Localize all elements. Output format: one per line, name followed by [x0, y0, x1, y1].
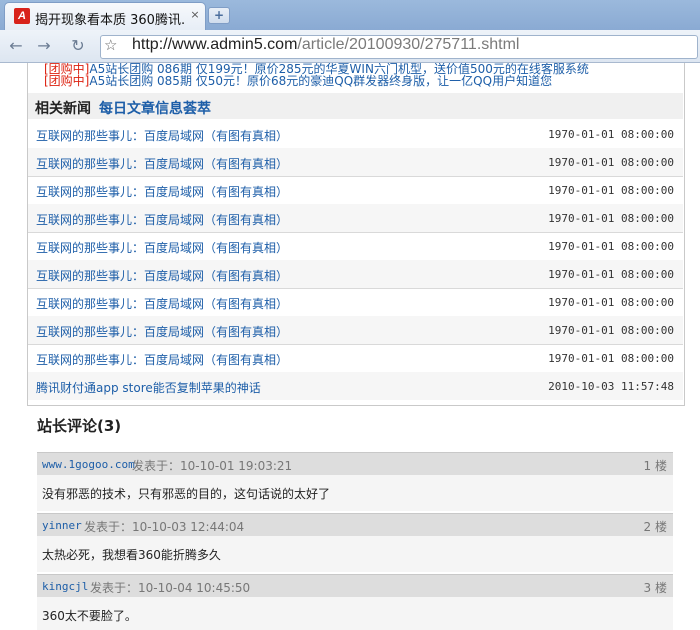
- news-row: 互联网的那些事儿：百度局域网（有图有真相） 1970-01-01 08:00:0…: [28, 288, 683, 317]
- news-date: 1970-01-01 08:00:00: [548, 156, 674, 169]
- site-favicon-icon: A: [14, 8, 30, 24]
- news-row: 互联网的那些事儿：百度局域网（有图有真相） 1970-01-01 08:00:0…: [28, 232, 683, 261]
- news-title-link[interactable]: 互联网的那些事儿：百度局域网（有图有真相）: [36, 155, 288, 172]
- related-label: 相关新闻: [35, 101, 91, 117]
- ad-link-2[interactable]: [团购中]A5站长团购 085期 仅50元！原价68元的豪迪QQ群发器终身版，让…: [44, 72, 552, 89]
- browser-tab[interactable]: A 揭开现象看本质 360腾讯... ×: [4, 2, 206, 31]
- news-row: 互联网的那些事儿：百度局域网（有图有真相） 1970-01-01 08:00:0…: [28, 316, 683, 345]
- comment-header: www.1gogoo.com 发表于：10-10-01 19:03:21 1 楼: [37, 452, 673, 475]
- news-title-link[interactable]: 互联网的那些事儿：百度局域网（有图有真相）: [36, 211, 288, 228]
- comment-user-link[interactable]: yinner: [42, 519, 82, 532]
- comment-user-link[interactable]: kingcjl: [42, 580, 88, 593]
- url-text[interactable]: http://www.admin5.com/article/20100930/2…: [132, 36, 519, 54]
- news-date: 1970-01-01 08:00:00: [548, 268, 674, 281]
- page-content: [团购中]A5站长团购 086期 仅199元！原价285元的华夏WIN六门机型，…: [0, 63, 700, 630]
- comment-body: 360太不要脸了。: [37, 597, 673, 630]
- news-row: 互联网的那些事儿：百度局域网（有图有真相） 1970-01-01 08:00:0…: [28, 204, 683, 233]
- ad-text: A5站长团购 085期 仅50元！原价68元的豪迪QQ群发器终身版，让一亿QQ用…: [89, 74, 553, 88]
- comments-title: 站长评论(3): [37, 417, 122, 435]
- new-tab-button[interactable]: +: [208, 7, 230, 24]
- news-date: 1970-01-01 08:00:00: [548, 184, 674, 197]
- news-date: 1970-01-01 08:00:00: [548, 128, 674, 141]
- forward-icon[interactable]: →: [34, 36, 54, 56]
- comment-text: 没有邪恶的技术，只有邪恶的目的，这句话说的太好了: [42, 487, 331, 501]
- news-title-link[interactable]: 互联网的那些事儿：百度局域网（有图有真相）: [36, 267, 288, 284]
- news-date: 1970-01-01 08:00:00: [548, 296, 674, 309]
- news-row: 互联网的那些事儿：百度局域网（有图有真相） 1970-01-01 08:00:0…: [28, 260, 683, 289]
- comment-text: 360太不要脸了。: [42, 609, 137, 623]
- comment-floor: 3 楼: [643, 581, 667, 595]
- comment-user-link[interactable]: www.1gogoo.com: [42, 458, 135, 471]
- reload-icon[interactable]: ↻: [68, 36, 88, 56]
- news-row: 互联网的那些事儿：百度局域网（有图有真相） 1970-01-01 08:00:0…: [28, 176, 683, 205]
- url-host: http://www.admin5.com: [132, 36, 298, 53]
- news-title-link[interactable]: 腾讯财付通app store能否复制苹果的神话: [36, 379, 261, 396]
- news-date: 2010-10-03 11:57:48: [548, 380, 674, 393]
- comment-time: 发表于：10-10-03 12:44:04: [84, 520, 245, 534]
- news-title-link[interactable]: 互联网的那些事儿：百度局域网（有图有真相）: [36, 323, 288, 340]
- news-title-link[interactable]: 互联网的那些事儿：百度局域网（有图有真相）: [36, 183, 288, 200]
- comment-floor: 1 楼: [643, 459, 667, 473]
- comment-floor: 2 楼: [643, 520, 667, 534]
- ad-tag: [团购中]: [44, 74, 90, 88]
- tab-strip: A 揭开现象看本质 360腾讯... × +: [0, 0, 700, 31]
- news-date: 1970-01-01 08:00:00: [548, 240, 674, 253]
- browser-toolbar: ← → ↻ ☆ http://www.admin5.com/article/20…: [0, 30, 700, 63]
- back-icon[interactable]: ←: [6, 36, 26, 56]
- url-path: /article/20100930/275711.shtml: [297, 36, 520, 53]
- news-row: 互联网的那些事儿：百度局域网（有图有真相） 1970-01-01 08:00:0…: [28, 344, 683, 373]
- news-date: 1970-01-01 08:00:00: [548, 352, 674, 365]
- news-row: 互联网的那些事儿：百度局域网（有图有真相） 1970-01-01 08:00:0…: [28, 148, 683, 177]
- comment-time: 发表于：10-10-04 10:45:50: [90, 581, 251, 595]
- comment-time: 发表于：10-10-01 19:03:21: [132, 459, 293, 473]
- news-row: 腾讯财付通app store能否复制苹果的神话 2010-10-03 11:57…: [28, 372, 683, 400]
- news-title-link[interactable]: 互联网的那些事儿：百度局域网（有图有真相）: [36, 127, 288, 144]
- news-row: 互联网的那些事儿：百度局域网（有图有真相） 1970-01-01 08:00:0…: [28, 120, 683, 149]
- related-header: 相关新闻 每日文章信息荟萃: [28, 93, 683, 119]
- news-title-link[interactable]: 互联网的那些事儿：百度局域网（有图有真相）: [36, 351, 288, 368]
- news-title-link[interactable]: 互联网的那些事儿：百度局域网（有图有真相）: [36, 295, 288, 312]
- comment-body: 太热必死，我想看360能折腾多久: [37, 536, 673, 572]
- close-icon[interactable]: ×: [188, 8, 202, 22]
- bookmark-star-icon[interactable]: ☆: [104, 36, 117, 54]
- comment-header: yinner 发表于：10-10-03 12:44:04 2 楼: [37, 513, 673, 536]
- comment-header: kingcjl 发表于：10-10-04 10:45:50 3 楼: [37, 574, 673, 597]
- tab-title: 揭开现象看本质 360腾讯...: [35, 13, 185, 28]
- news-date: 1970-01-01 08:00:00: [548, 212, 674, 225]
- comment-body: 没有邪恶的技术，只有邪恶的目的，这句话说的太好了: [37, 475, 673, 511]
- news-date: 1970-01-01 08:00:00: [548, 324, 674, 337]
- related-sublabel[interactable]: 每日文章信息荟萃: [99, 98, 211, 118]
- comment-text: 太热必死，我想看360能折腾多久: [42, 548, 221, 562]
- news-title-link[interactable]: 互联网的那些事儿：百度局域网（有图有真相）: [36, 239, 288, 256]
